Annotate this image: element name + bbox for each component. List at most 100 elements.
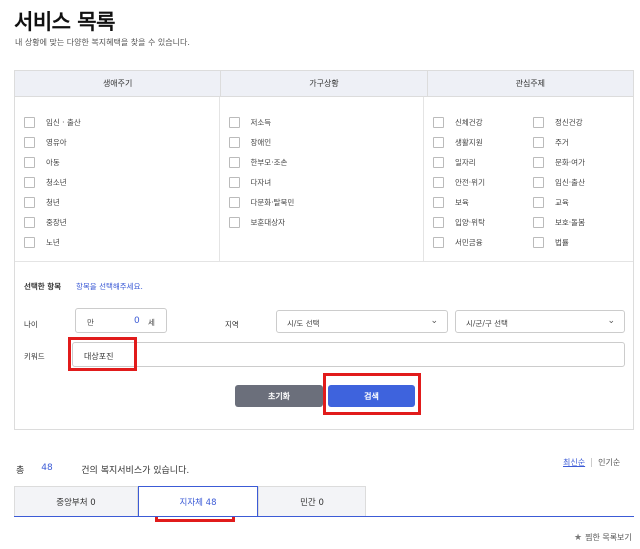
life-cycle-option-label: 영유아: [46, 137, 67, 147]
page-title: 서비스 목록: [14, 10, 115, 34]
interest-option-label: 신체건강: [455, 117, 483, 127]
interest-option[interactable]: 법률: [533, 232, 633, 252]
checkbox[interactable]: [433, 176, 444, 188]
age-value[interactable]: 0: [134, 316, 140, 326]
interest-option[interactable]: 서민금융: [433, 232, 533, 252]
age-input[interactable]: 만 0 세: [75, 308, 167, 333]
life-cycle-option[interactable]: 영유아: [24, 132, 219, 152]
life-cycle-option[interactable]: 청소년: [24, 172, 219, 192]
interest-option[interactable]: 임신·출산: [533, 172, 633, 192]
checkbox[interactable]: [533, 236, 544, 248]
chevron-down-icon: ⌄: [430, 316, 438, 326]
checkbox[interactable]: [433, 156, 444, 168]
checkbox[interactable]: [24, 116, 35, 128]
age-prefix: 만: [87, 318, 94, 327]
interest-option-label: 일자리: [455, 157, 476, 167]
household-option-label: 보훈대상자: [250, 217, 286, 227]
checkbox[interactable]: [433, 216, 444, 228]
sigungu-select[interactable]: 시/군/구 선택 ⌄: [455, 310, 625, 333]
favorites-link[interactable]: ★ 찜한 목록보기: [574, 532, 632, 543]
checkbox[interactable]: [533, 136, 544, 148]
sort-popular[interactable]: 인기순: [598, 457, 620, 468]
tab-central[interactable]: 중앙부처 0: [14, 486, 138, 517]
sido-select-value: 시/도 선택: [287, 319, 320, 328]
sort-latest[interactable]: 최신순: [563, 457, 585, 468]
tab-private[interactable]: 민간 0: [258, 486, 366, 517]
interest-option[interactable]: 주거: [533, 132, 633, 152]
life-cycle-option[interactable]: 아동: [24, 152, 219, 172]
reset-button[interactable]: 초기화: [235, 385, 323, 407]
checkbox[interactable]: [228, 116, 240, 128]
keyword-input[interactable]: 대상포진: [72, 342, 625, 367]
interest-option[interactable]: 정신건강: [533, 112, 633, 132]
chevron-down-icon: ⌄: [607, 316, 615, 326]
life-cycle-option[interactable]: 임신 · 출산: [24, 112, 219, 132]
result-count-prefix: 총: [16, 466, 25, 476]
life-cycle-option-label: 아동: [46, 157, 60, 167]
interest-option-label: 교육: [555, 197, 569, 207]
checkbox[interactable]: [533, 156, 544, 168]
tab-local-gov[interactable]: 지자체 48: [138, 486, 258, 517]
interest-option-label: 문화·여가: [555, 157, 585, 167]
result-count-suffix: 건의 복지서비스가 있습니다.: [81, 466, 190, 476]
household-option-label: 한부모·조손: [250, 157, 288, 167]
checkbox[interactable]: [24, 176, 35, 188]
checkbox[interactable]: [228, 216, 240, 228]
checkbox[interactable]: [24, 236, 35, 248]
checkbox[interactable]: [433, 116, 444, 128]
household-option[interactable]: 장애인: [228, 132, 424, 152]
checkbox[interactable]: [24, 196, 35, 208]
life-cycle-option-label: 임신 · 출산: [46, 117, 81, 127]
household-option[interactable]: 다자녀: [228, 172, 424, 192]
household-option[interactable]: 다문화·탈북민: [228, 192, 424, 212]
household-option[interactable]: 저소득: [228, 112, 424, 132]
interest-option-label: 서민금융: [455, 237, 483, 247]
checkbox[interactable]: [533, 216, 544, 228]
checkbox[interactable]: [228, 196, 240, 208]
sort-options: 최신순 인기순: [563, 457, 620, 468]
header-household: 가구상황: [221, 71, 428, 96]
interest-option[interactable]: 보호·돌봄: [533, 212, 633, 232]
interest-option-label: 입양·위탁: [455, 217, 485, 227]
sido-select[interactable]: 시/도 선택 ⌄: [276, 310, 448, 333]
interest-option[interactable]: 입양·위탁: [433, 212, 533, 232]
life-cycle-column: 임신 · 출산영유아아동청소년청년중장년 노년: [15, 97, 220, 261]
interest-option-label: 보육: [455, 197, 469, 207]
checkbox[interactable]: [533, 116, 544, 128]
life-cycle-option[interactable]: 청년: [24, 192, 219, 212]
household-option-label: 다자녀: [250, 177, 272, 187]
household-option-label: 장애인: [250, 137, 272, 147]
checkbox[interactable]: [24, 156, 35, 168]
tab-underline: [14, 516, 634, 517]
highlight-box-search: [323, 373, 421, 415]
interest-option-label: 생활지원: [455, 137, 483, 147]
checkbox[interactable]: [228, 156, 240, 168]
selected-items-hint: 항목을 선택해주세요.: [76, 282, 143, 291]
checkbox[interactable]: [433, 196, 444, 208]
interest-option[interactable]: 안전·위기: [433, 172, 533, 192]
checkbox[interactable]: [228, 136, 240, 148]
interest-option-label: 정신건강: [555, 117, 583, 127]
life-cycle-option-label: 청년: [46, 197, 60, 207]
checkbox[interactable]: [433, 236, 444, 248]
household-option[interactable]: 보훈대상자: [228, 212, 424, 232]
household-option-label: 다문화·탈북민: [250, 197, 295, 207]
sigungu-select-value: 시/군/구 선택: [466, 319, 508, 328]
interest-option[interactable]: 교육: [533, 192, 633, 212]
checkbox[interactable]: [533, 176, 544, 188]
interest-option[interactable]: 보육: [433, 192, 533, 212]
checkbox[interactable]: [24, 216, 35, 228]
checkbox[interactable]: [533, 196, 544, 208]
household-option[interactable]: 한부모·조손: [228, 152, 424, 172]
life-cycle-option[interactable]: 중장년: [24, 212, 219, 232]
interest-option[interactable]: 일자리: [433, 152, 533, 172]
checkbox[interactable]: [433, 136, 444, 148]
interest-option-label: 안전·위기: [455, 177, 485, 187]
life-cycle-option[interactable]: 노년: [24, 232, 219, 252]
star-icon: ★: [574, 532, 583, 543]
checkbox[interactable]: [228, 176, 240, 188]
interest-option[interactable]: 신체건강: [433, 112, 533, 132]
checkbox[interactable]: [24, 136, 35, 148]
interest-option[interactable]: 문화·여가: [533, 152, 633, 172]
interest-option[interactable]: 생활지원: [433, 132, 533, 152]
